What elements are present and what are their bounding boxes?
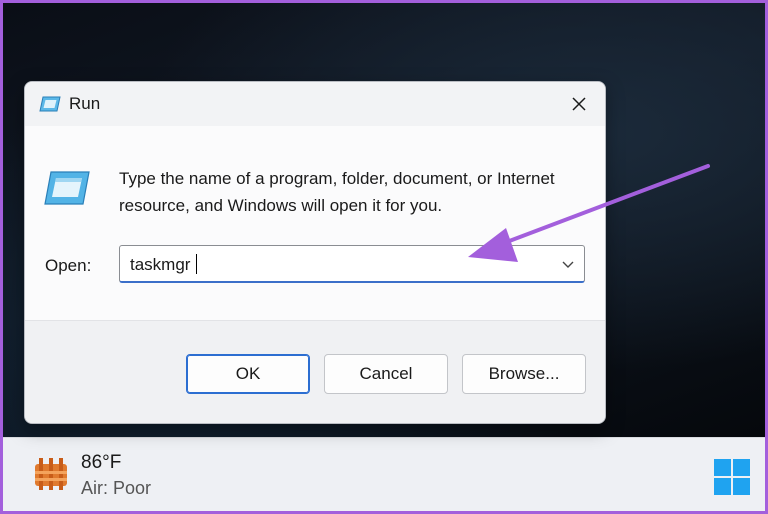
ok-button[interactable]: OK: [186, 354, 310, 394]
open-input[interactable]: taskmgr: [130, 255, 190, 275]
chevron-down-icon[interactable]: [560, 256, 576, 272]
dialog-footer: OK Cancel Browse...: [25, 320, 605, 423]
cancel-button[interactable]: Cancel: [324, 354, 448, 394]
windows-start-icon[interactable]: [713, 458, 751, 496]
taskbar: 86°F Air: Poor: [3, 437, 765, 511]
weather-temperature[interactable]: 86°F: [81, 452, 121, 474]
weather-icon[interactable]: [33, 454, 69, 494]
dialog-title: Run: [69, 94, 101, 113]
close-button[interactable]: [559, 86, 599, 122]
text-cursor: [196, 254, 197, 274]
browse-button[interactable]: Browse...: [462, 354, 586, 394]
run-program-icon: [44, 171, 90, 205]
run-icon: [39, 96, 61, 112]
dialog-description: Type the name of a program, folder, docu…: [119, 169, 555, 215]
screenshot-frame: 86°F Air: Poor Run Type the name of a pr…: [3, 3, 765, 511]
open-label: Open:: [45, 256, 92, 275]
close-icon: [572, 97, 586, 111]
title-bar[interactable]: Run: [25, 82, 605, 126]
weather-condition[interactable]: Air: Poor: [81, 478, 151, 499]
run-dialog: Run Type the name of a program, folder, …: [24, 81, 606, 424]
open-combobox[interactable]: taskmgr: [119, 245, 585, 283]
